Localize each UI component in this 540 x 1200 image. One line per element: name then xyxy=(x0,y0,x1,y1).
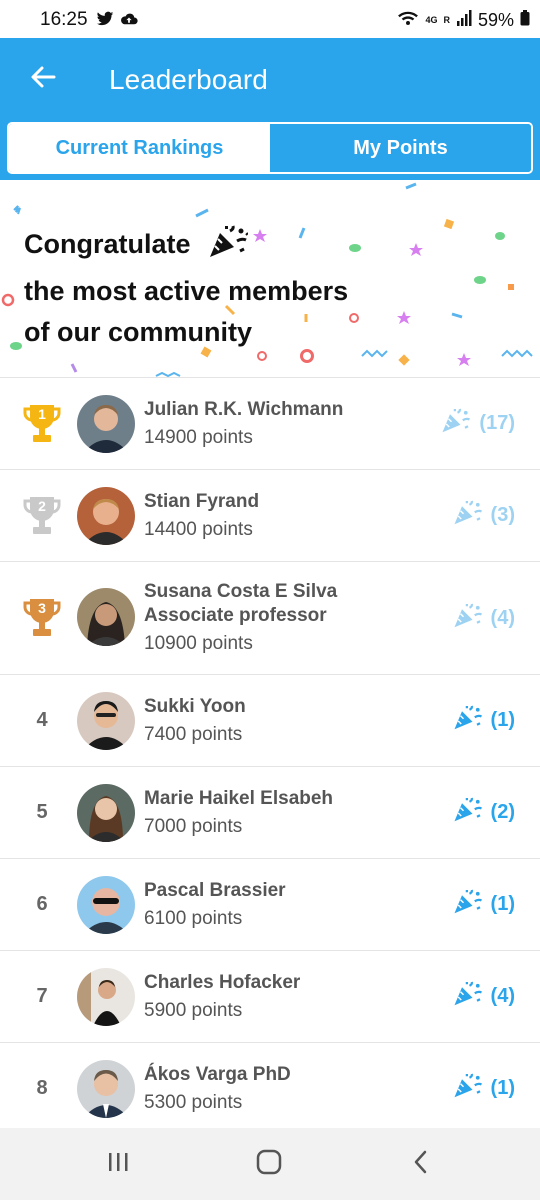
home-button[interactable] xyxy=(251,1146,287,1182)
congrats-count: (2) xyxy=(490,801,515,823)
member-points: 5300 points xyxy=(144,1092,243,1113)
member-name[interactable]: Susana Costa E Silva xyxy=(144,580,337,604)
avatar[interactable] xyxy=(77,588,135,646)
page-title: Leaderboard xyxy=(109,64,268,95)
back-chevron-icon xyxy=(411,1149,431,1180)
member-points: 5900 points xyxy=(144,1000,243,1021)
rank-number: 4 xyxy=(36,709,48,731)
rank-number: 5 xyxy=(36,801,48,823)
banner-heading-line-2: the most active members xyxy=(24,276,349,306)
member-name[interactable]: Pascal Brassier xyxy=(144,879,286,903)
member-name[interactable]: Stian Fyrand xyxy=(144,490,259,514)
home-icon xyxy=(256,1149,282,1180)
system-nav-bar xyxy=(0,1128,540,1200)
member-points: 7400 points xyxy=(144,724,243,745)
congratulate-button[interactable]: (4) xyxy=(453,951,515,1042)
congrats-count: (1) xyxy=(490,1077,515,1099)
leaderboard-row[interactable]: 1 Julian R.K. Wichmann 14900 points (17) xyxy=(0,378,540,470)
rank-number: 8 xyxy=(36,1077,48,1099)
battery-icon xyxy=(520,10,530,31)
congratulate-button[interactable]: (1) xyxy=(453,1043,515,1128)
member-points: 14900 points xyxy=(144,427,253,448)
leaderboard-row[interactable]: 6 Pascal Brassier 6100 points (1) xyxy=(0,859,540,951)
avatar[interactable] xyxy=(77,784,135,842)
avatar[interactable] xyxy=(77,692,135,750)
recents-button[interactable] xyxy=(100,1146,136,1182)
party-popper-icon xyxy=(453,705,483,736)
member-title: Associate professor xyxy=(144,605,327,626)
congrats-count: (4) xyxy=(490,985,515,1007)
party-popper-icon xyxy=(453,603,483,634)
congratulate-button[interactable]: (2) xyxy=(453,767,515,858)
congratulate-button[interactable]: (1) xyxy=(453,859,515,950)
banner-heading-line-3: of our community xyxy=(24,317,252,347)
bronze-trophy-icon: 3 xyxy=(22,597,62,639)
twitter-icon xyxy=(96,11,114,32)
party-popper-icon xyxy=(208,225,249,271)
congrats-count: (17) xyxy=(479,412,515,434)
leaderboard-row[interactable]: 7 Charles Hofacker 5900 points (4) xyxy=(0,951,540,1043)
congratulate-button[interactable]: (3) xyxy=(453,470,515,561)
congratulate-button[interactable]: (4) xyxy=(453,562,515,674)
avatar[interactable] xyxy=(77,395,135,453)
congratulate-button[interactable]: (17) xyxy=(441,378,515,469)
member-name[interactable]: Marie Haikel Elsabeh xyxy=(144,787,333,811)
party-popper-icon xyxy=(453,889,483,920)
arrow-left-icon xyxy=(29,63,57,96)
rank-number: 7 xyxy=(36,985,48,1007)
congrats-count: (3) xyxy=(490,504,515,526)
status-time: 16:25 xyxy=(40,9,88,30)
member-name[interactable]: Charles Hofacker xyxy=(144,971,300,995)
member-points: 14400 points xyxy=(144,519,253,540)
gold-trophy-icon: 1 xyxy=(22,403,62,445)
leaderboard-row[interactable]: 8 Ákos Varga PhD 5300 points (1) xyxy=(0,1043,540,1128)
banner-heading-line-1: Congratulate xyxy=(24,229,191,259)
leaderboard-row[interactable]: 4 Sukki Yoon 7400 points (1) xyxy=(0,675,540,767)
congrats-count: (1) xyxy=(490,709,515,731)
leaderboard-list: 1 Julian R.K. Wichmann 14900 points (17)… xyxy=(0,378,540,1128)
avatar[interactable] xyxy=(77,876,135,934)
silver-trophy-icon: 2 xyxy=(22,495,62,537)
tab-my-points[interactable]: My Points xyxy=(270,124,531,172)
congratulate-banner: Congratulate the most active members of … xyxy=(0,180,540,378)
cloud-upload-icon xyxy=(120,11,138,32)
tab-bar: Current Rankings My Points xyxy=(7,122,533,174)
member-points: 6100 points xyxy=(144,908,243,929)
rank-number: 3 xyxy=(38,600,46,616)
member-points: 7000 points xyxy=(144,816,243,837)
congrats-count: (4) xyxy=(490,606,515,629)
wifi-icon xyxy=(397,9,419,32)
avatar[interactable] xyxy=(77,487,135,545)
signal-icon xyxy=(456,10,472,31)
congratulate-button[interactable]: (1) xyxy=(453,675,515,766)
leaderboard-row[interactable]: 3 Susana Costa E Silva Associate profess… xyxy=(0,562,540,675)
recents-icon xyxy=(106,1150,130,1179)
sim-label: R xyxy=(443,15,450,25)
party-popper-icon xyxy=(453,1073,483,1104)
tab-current-rankings[interactable]: Current Rankings xyxy=(9,124,270,172)
rank-number: 6 xyxy=(36,893,48,915)
rank-number: 2 xyxy=(38,497,46,514)
member-name[interactable]: Sukki Yoon xyxy=(144,695,246,719)
congrats-count: (1) xyxy=(490,893,515,915)
app-bar: Leaderboard Current Rankings My Points xyxy=(0,38,540,180)
avatar[interactable] xyxy=(77,968,135,1026)
back-button[interactable] xyxy=(26,62,60,96)
member-name[interactable]: Ákos Varga PhD xyxy=(144,1063,291,1087)
system-back-button[interactable] xyxy=(403,1146,439,1182)
leaderboard-row[interactable]: 2 Stian Fyrand 14400 points (3) xyxy=(0,470,540,562)
rank-number: 1 xyxy=(38,405,46,422)
member-name[interactable]: Julian R.K. Wichmann xyxy=(144,398,343,422)
status-bar: 16:25 4G R 59% xyxy=(0,0,540,38)
party-popper-icon xyxy=(453,797,483,828)
network-type: 4G xyxy=(425,15,438,25)
battery-percent: 59% xyxy=(477,10,514,30)
leaderboard-row[interactable]: 5 Marie Haikel Elsabeh 7000 points (2) xyxy=(0,767,540,859)
party-popper-icon xyxy=(441,408,471,439)
avatar[interactable] xyxy=(77,1060,135,1118)
party-popper-icon xyxy=(453,981,483,1012)
member-points: 10900 points xyxy=(144,633,253,654)
party-popper-icon xyxy=(453,500,483,531)
